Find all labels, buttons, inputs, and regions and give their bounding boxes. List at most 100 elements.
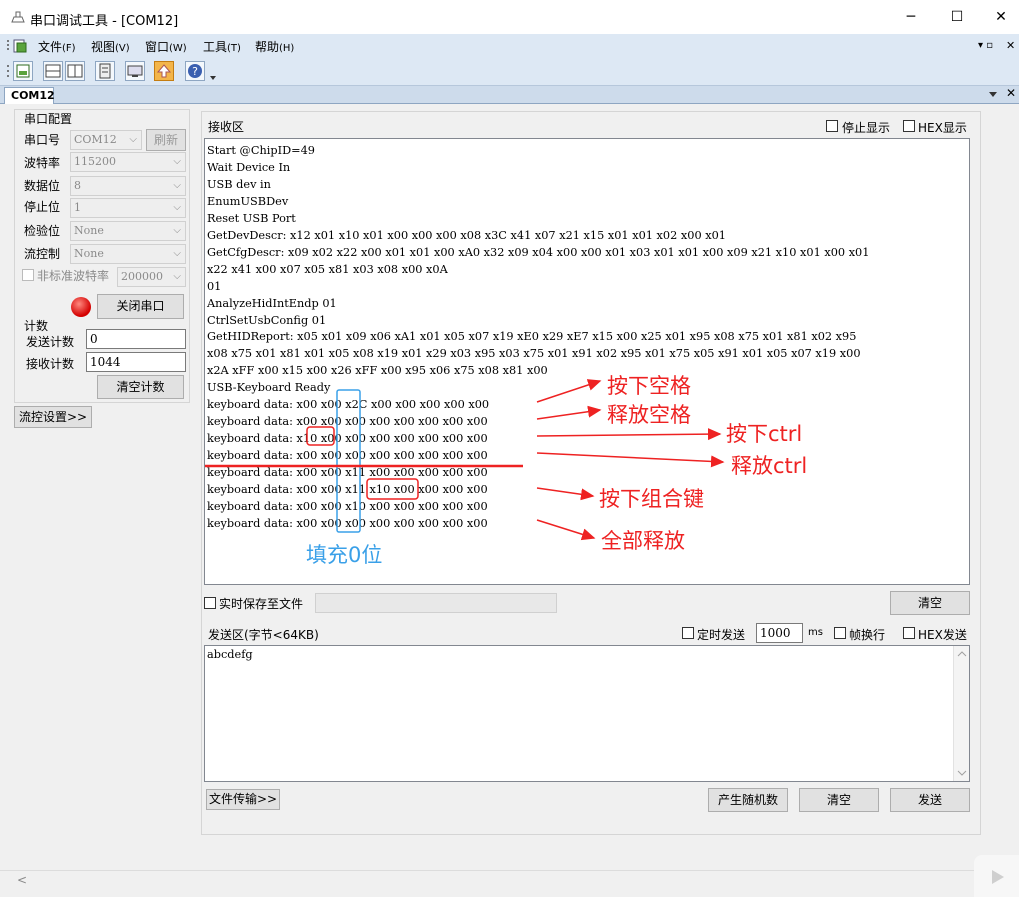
refresh-button[interactable]: 刷新 [146, 129, 186, 151]
upload-button[interactable] [154, 61, 174, 81]
hex-send-checkbox[interactable] [903, 627, 915, 639]
send-content: abcdefg [207, 648, 253, 661]
annotation-press-combo: 按下组合键 [599, 487, 704, 511]
recv-count-field[interactable]: 1044 [86, 352, 186, 372]
send-textarea[interactable]: abcdefg [204, 645, 970, 782]
scroll-left-icon[interactable]: < [17, 873, 27, 887]
parity-label: 检验位 [24, 224, 61, 238]
timed-send-checkbox[interactable] [682, 627, 694, 639]
timed-send-label: 定时发送 [697, 628, 746, 642]
menu-window[interactable]: 窗口(W) [145, 38, 187, 55]
nonstd-baud-label: 非标准波特率 [37, 269, 110, 283]
stop-display-label: 停止显示 [842, 121, 891, 135]
parity-select[interactable]: None ⌵ [70, 221, 186, 241]
toolbar-overflow-icon[interactable] [209, 72, 217, 82]
window-title: 串口调试工具 - [COM12] [30, 14, 179, 29]
split-horizontal-button[interactable] [43, 61, 63, 81]
toolbar: ? [0, 58, 1019, 86]
databits-select[interactable]: 8 ⌵ [70, 176, 186, 196]
annotation-release-all: 全部释放 [601, 529, 685, 553]
baud-label: 波特率 [24, 156, 61, 170]
menu-view[interactable]: 视图(V) [91, 38, 130, 55]
horizontal-scrollbar[interactable]: < [0, 870, 1019, 890]
close-button[interactable]: ✕ [978, 0, 1019, 34]
split-vertical-button[interactable] [65, 61, 85, 81]
chevron-down-icon: ⌵ [129, 134, 137, 145]
tab-close-icon[interactable]: ✕ [1006, 86, 1016, 100]
receive-line: keyboard data: x00 x00 x11 x10 x00 x00 x… [207, 483, 488, 496]
mdi-restore-button[interactable]: ▾ ▫ [978, 40, 993, 51]
mdi-close-button[interactable]: ✕ [1006, 39, 1015, 52]
file-transfer-button[interactable]: 文件传输>> [206, 789, 280, 810]
newline-checkbox[interactable] [834, 627, 846, 639]
send-title: 发送区(字节<64KB) [208, 628, 319, 642]
new-window-button[interactable] [13, 61, 33, 81]
send-scrollbar[interactable] [953, 646, 969, 781]
menu-help[interactable]: 帮助(H) [255, 38, 294, 55]
svg-text:?: ? [192, 65, 198, 78]
receive-line: keyboard data: x00 x00 x2C x00 x00 x00 x… [207, 398, 490, 412]
hex-display-checkbox[interactable] [903, 120, 915, 132]
send-button[interactable]: 发送 [890, 788, 970, 812]
newline-label: 帧换行 [849, 628, 886, 642]
maximize-button[interactable]: ☐ [934, 0, 980, 34]
port-status-led-icon [71, 297, 91, 317]
baud-select[interactable]: 115200 ⌵ [70, 152, 186, 172]
receive-line: keyboard data: x00 x00 x10 x00 x00 x00 x… [207, 499, 488, 513]
document-menu-icon [13, 39, 27, 53]
calculator-button[interactable] [95, 61, 115, 81]
nonstd-baud-checkbox[interactable] [22, 269, 34, 281]
tab-dropdown-icon[interactable] [988, 91, 998, 99]
split-horizontal-icon [45, 64, 61, 78]
receive-line: keyboard data: x00 x00 x11 x00 x00 x00 x… [207, 466, 488, 480]
receive-line: GetHIDReport: x05 x01 x09 x06 xA1 x01 x0… [207, 330, 857, 344]
app-icon [11, 11, 25, 23]
chevron-down-icon: ⌵ [173, 248, 181, 259]
flow-label: 流控制 [24, 247, 61, 261]
menu-tools[interactable]: 工具(T) [203, 38, 241, 55]
chevron-down-icon: ⌵ [173, 156, 181, 167]
device-manager-button[interactable] [125, 61, 145, 81]
tab-com12[interactable]: COM12 [4, 87, 55, 104]
close-port-button[interactable]: 关闭串口 [97, 294, 184, 319]
minimize-button[interactable]: ─ [888, 0, 934, 34]
chevron-down-icon: ⌵ [173, 271, 181, 282]
port-select[interactable]: COM12 ⌵ [70, 130, 142, 150]
random-button[interactable]: 产生随机数 [708, 788, 788, 812]
chevron-down-icon: ⌵ [173, 225, 181, 236]
chevron-down-icon: ⌵ [173, 180, 181, 191]
stop-display-checkbox[interactable] [826, 120, 838, 132]
clear-receive-button[interactable]: 清空 [890, 591, 970, 615]
save-to-file-checkbox[interactable] [204, 597, 216, 609]
serial-config-title: 串口配置 [24, 112, 73, 126]
clear-send-button[interactable]: 清空 [799, 788, 879, 812]
receive-line: keyboard data: x00 x00 x00 x00 x00 x00 x… [207, 516, 488, 530]
annotation-fill-zero: 填充0位 [306, 543, 383, 567]
recv-count-label: 接收计数 [26, 357, 75, 371]
hex-send-label: HEX发送 [918, 628, 967, 642]
nonstd-baud-select[interactable]: 200000 ⌵ [117, 267, 186, 287]
menu-file[interactable]: 文件(F) [38, 38, 76, 55]
receive-line: EnumUSBDev [207, 194, 289, 208]
sent-count-field[interactable]: 0 [86, 329, 186, 349]
tab-strip: COM12 ✕ [0, 86, 1019, 104]
flow-settings-button[interactable]: 流控设置>> [14, 406, 92, 428]
grip-icon [7, 40, 9, 50]
receive-line: AnalyzeHidIntEndp 01 [207, 296, 337, 310]
receive-textarea[interactable]: Start @ChipID=49 Wait Device In USB dev in… [204, 138, 970, 585]
receive-line: Wait Device In [207, 160, 291, 174]
receive-line: GetCfgDescr: x09 x02 x22 x00 x01 x01 x00… [207, 245, 870, 259]
save-file-path-field[interactable] [315, 593, 557, 613]
menu-bar: 文件(F) 视图(V) 窗口(W) 工具(T) 帮助(H) ▾ ▫ ✕ [0, 34, 1019, 58]
receive-line: keyboard data: x00 x00 x00 x00 x00 x00 x… [207, 415, 488, 429]
help-button[interactable]: ? [185, 61, 205, 81]
interval-field[interactable]: 1000 [756, 623, 803, 643]
annotation-release-ctrl: 释放ctrl [731, 454, 808, 478]
video-overlay-badge[interactable] [974, 855, 1019, 897]
clear-count-button[interactable]: 清空计数 [97, 375, 184, 399]
receive-line: CtrlSetUsbConfig 01 [207, 313, 327, 327]
flow-select[interactable]: None ⌵ [70, 244, 186, 264]
port-label: 串口号 [24, 133, 61, 147]
device-icon [127, 65, 143, 77]
stopbits-select[interactable]: 1 ⌵ [70, 198, 186, 218]
